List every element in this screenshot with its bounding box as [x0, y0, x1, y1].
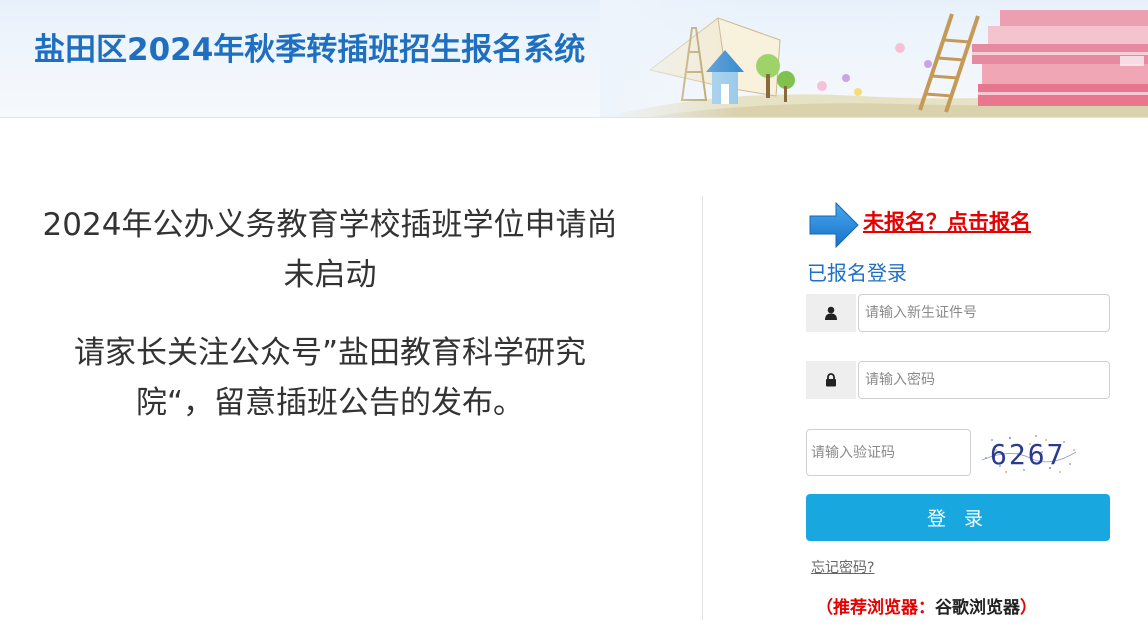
site-title: 盐田区2024年秋季转插班招生报名系统	[34, 32, 586, 68]
lock-icon	[806, 361, 856, 399]
user-icon	[806, 294, 856, 332]
forgot-password-link[interactable]: 忘记密码?	[811, 557, 874, 577]
login-title: 已报名登录	[807, 261, 907, 285]
login-button[interactable]: 登 录	[806, 494, 1110, 541]
arrow-right-icon	[809, 201, 859, 249]
notice-line-2: 请家长关注公众号”盐田教育科学研究院“，留意插班公告的发布。	[73, 335, 587, 421]
notice-panel: 2024年公办义务教育学校插班学位申请尚未启动 请家长关注公众号”盐田教育科学研…	[40, 200, 620, 428]
password-input[interactable]	[858, 361, 1110, 399]
vertical-divider	[702, 196, 703, 620]
register-link[interactable]: 未报名？点击报名	[863, 206, 1031, 236]
captcha-image[interactable]: 6267	[980, 430, 1078, 476]
notice-line-1: 2024年公办义务教育学校插班学位申请尚未启动	[42, 207, 618, 293]
browser-tip-name: 谷歌浏览器	[935, 598, 1020, 618]
captcha-code: 6267	[990, 438, 1065, 471]
password-field-row	[806, 361, 1110, 399]
captcha-input[interactable]	[806, 429, 971, 476]
browser-tip-suffix: ）	[1020, 598, 1037, 618]
banner-illustration	[600, 0, 1148, 117]
header-banner: 盐田区2024年秋季转插班招生报名系统	[0, 0, 1148, 118]
browser-tip-prefix: （推荐浏览器：	[816, 598, 935, 618]
id-number-input[interactable]	[858, 294, 1110, 332]
browser-recommendation: （推荐浏览器：谷歌浏览器）	[816, 593, 1037, 618]
id-field-row	[806, 294, 1110, 332]
